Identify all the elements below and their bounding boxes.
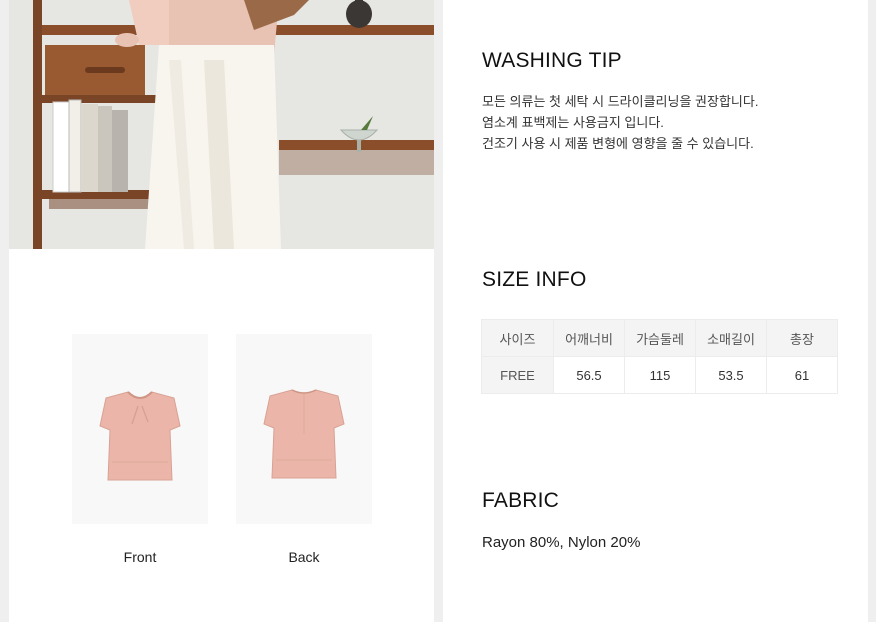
size-table-header-row: 사이즈 어깨너비 가슴둘레 소매길이 총장 [481,319,838,357]
back-view-card[interactable] [236,334,372,524]
size-table: 사이즈 어깨너비 가슴둘레 소매길이 총장 FREE 56.5 115 53.5… [481,319,838,394]
size-header-cell: 총장 [766,319,838,357]
back-label: Back [288,549,320,565]
fabric-title: FABRIC [482,489,560,512]
washing-tip-line: 모든 의류는 첫 세탁 시 드라이클리닝을 권장합니다. [482,94,759,109]
size-table-row: FREE 56.5 115 53.5 61 [481,356,838,394]
size-info-title: SIZE INFO [482,268,587,291]
washing-tip-title: WASHING TIP [482,49,622,72]
size-header-cell: 가슴둘레 [624,319,696,357]
size-cell: 53.5 [695,356,767,394]
blouse-back-image [263,389,345,479]
front-label: Front [123,549,157,565]
size-cell: FREE [481,356,554,394]
washing-tip-text: 모든 의류는 첫 세탁 시 드라이클리닝을 권장합니다. 염소계 표백제는 사용… [482,91,758,154]
size-header-cell: 사이즈 [481,319,554,357]
right-panel: WASHING TIP 모든 의류는 첫 세탁 시 드라이클리닝을 권장합니다.… [443,0,868,622]
size-cell: 115 [624,356,696,394]
left-panel: Front Back [9,0,434,622]
size-header-cell: 소매길이 [695,319,767,357]
size-header-cell: 어깨너비 [553,319,625,357]
size-cell: 61 [766,356,838,394]
blouse-front-image [99,391,181,481]
front-view-card[interactable] [72,334,208,524]
fabric-text: Rayon 80%, Nylon 20% [482,534,641,551]
model-photo-illustration [9,0,434,249]
washing-tip-line: 건조기 사용 시 제품 변형에 영향을 줄 수 있습니다. [482,136,754,151]
model-photo [9,0,434,249]
washing-tip-line: 염소계 표백제는 사용금지 입니다. [482,115,664,130]
size-cell: 56.5 [553,356,625,394]
